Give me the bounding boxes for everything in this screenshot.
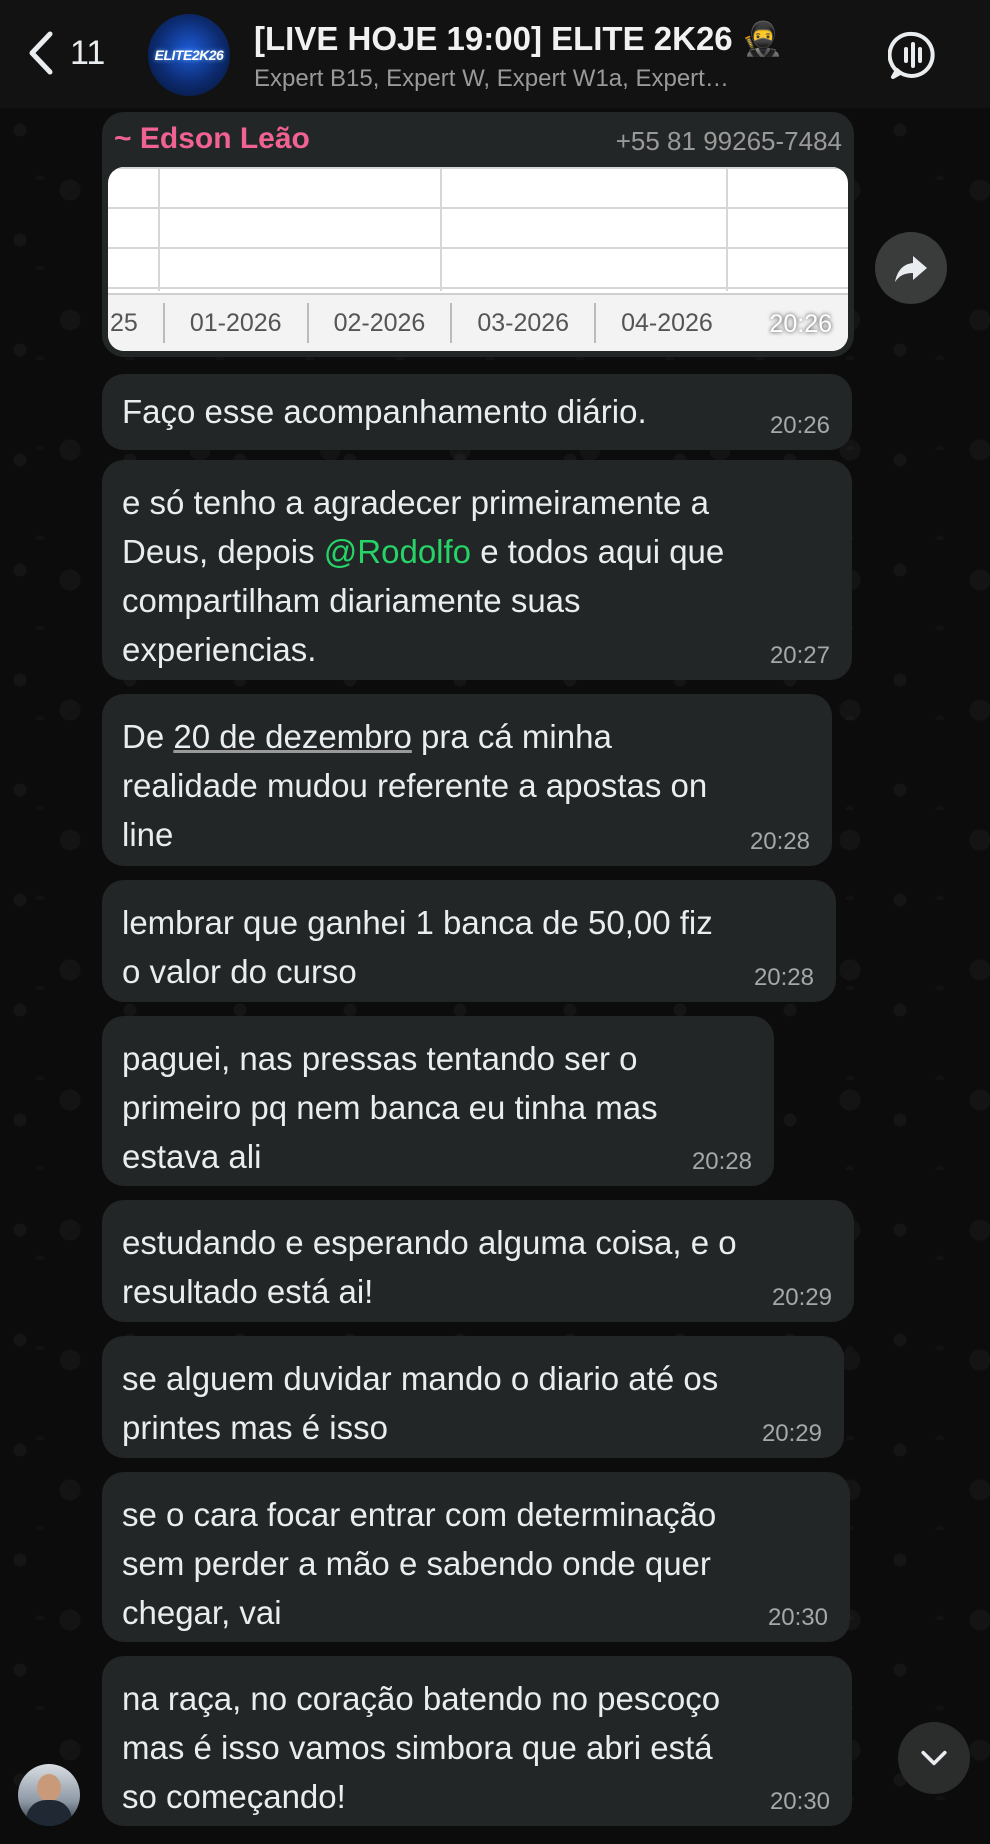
sheet-tab: 02-2026 (309, 303, 453, 343)
chevron-down-icon (921, 1750, 947, 1766)
avatar-face (37, 1774, 61, 1802)
message-bubble[interactable]: se alguem duvidar mando o diario até os … (102, 1336, 844, 1458)
unread-count: 11 (70, 33, 106, 72)
message-time: 20:30 (769, 1788, 830, 1815)
message-text: De 20 de dezembro pra cá minha realidade… (122, 712, 810, 859)
date-link[interactable]: 20 de dezembro (173, 718, 412, 755)
avatar-logo-text: ELITE2K26 (154, 47, 224, 63)
message-bubble[interactable]: Faço esse acompanhamento diário. 20:26 (102, 374, 852, 450)
message-bubble[interactable]: De 20 de dezembro pra cá minha realidade… (102, 694, 832, 866)
message-text: paguei, nas pressas tentando ser o prime… (122, 1040, 658, 1175)
message-text: estudando e esperando alguma coisa, e o … (122, 1224, 737, 1310)
message-time: 20:26 (769, 310, 832, 338)
chat-info[interactable]: [LIVE HOJE 19:00] ELITE 2K26 🥷 Expert B1… (254, 20, 854, 93)
sender-avatar[interactable] (18, 1764, 80, 1826)
chat-subtitle: Expert B15, Expert W, Expert W1a, Expert… (254, 65, 729, 92)
sheet-grid (108, 167, 848, 291)
message-bubble[interactable]: estudando e esperando alguma coisa, e o … (102, 1200, 854, 1322)
chat-title: [LIVE HOJE 19:00] ELITE 2K26 🥷 (254, 20, 783, 57)
sender-name[interactable]: ~ Edson Leão (114, 122, 310, 157)
avatar-suit (26, 1800, 72, 1826)
spreadsheet-image[interactable]: 25 01-2026 02-2026 03-2026 04-2026 20:26 (108, 167, 848, 351)
message-bubble[interactable]: se o cara focar entrar com determinação … (102, 1472, 850, 1642)
voice-chat-icon (887, 31, 935, 79)
chevron-left-icon (29, 31, 53, 75)
message-time: 20:28 (753, 964, 814, 991)
message-bubble[interactable]: na raça, no coração batendo no pescoço m… (102, 1656, 852, 1826)
sheet-tab: 01-2026 (165, 303, 309, 343)
sheet-tab: 25 (108, 303, 165, 343)
sheet-column-line (440, 167, 442, 291)
message-time: 20:28 (691, 1148, 752, 1175)
message-text: se alguem duvidar mando o diario até os … (122, 1360, 719, 1446)
message-time: 20:29 (771, 1284, 832, 1311)
sender-phone: +55 81 99265-7484 (615, 126, 842, 156)
back-button[interactable]: 11 (26, 30, 105, 76)
voice-chat-button[interactable] (887, 30, 938, 80)
sender-row: ~ Edson Leão +55 81 99265-7484 (108, 122, 848, 157)
message-text: se o cara focar entrar com determinação … (122, 1496, 717, 1631)
message-time: 20:28 (749, 828, 810, 855)
sheet-column-line (158, 167, 160, 291)
message-text: lembrar que ganhei 1 banca de 50,00 fiz … (122, 904, 713, 990)
mention-link[interactable]: @Rodolfo (324, 533, 471, 570)
message-time: 20:27 (769, 642, 830, 669)
sheet-column-line (726, 167, 728, 291)
group-avatar[interactable]: ELITE2K26 (148, 14, 230, 96)
sheet-tabs: 25 01-2026 02-2026 03-2026 04-2026 (108, 293, 848, 351)
message-bubble[interactable]: paguei, nas pressas tentando ser o prime… (102, 1016, 774, 1186)
message-text: Faço esse acompanhamento diário. (122, 393, 647, 430)
scroll-to-bottom-button[interactable] (898, 1722, 970, 1794)
message-time: 20:26 (769, 412, 830, 439)
message-text: e só tenho a agradecer primeiramente a D… (122, 478, 830, 674)
sheet-tab: 03-2026 (452, 303, 597, 343)
message-bubble[interactable]: lembrar que ganhei 1 banca de 50,00 fiz … (102, 880, 836, 1002)
forward-button[interactable] (875, 232, 947, 304)
message-text-part: De (122, 718, 174, 755)
message-bubble[interactable]: e só tenho a agradecer primeiramente a D… (102, 460, 852, 680)
sheet-tab: 04-2026 (621, 309, 713, 337)
chat-header: 11 ELITE2K26 [LIVE HOJE 19:00] ELITE 2K2… (0, 0, 990, 108)
message-time: 20:30 (767, 1604, 828, 1631)
message-text: na raça, no coração batendo no pescoço m… (122, 1680, 721, 1815)
image-message-bubble[interactable]: ~ Edson Leão +55 81 99265-7484 25 01-202… (102, 112, 854, 357)
message-time: 20:29 (761, 1420, 822, 1447)
forward-icon (895, 256, 927, 282)
